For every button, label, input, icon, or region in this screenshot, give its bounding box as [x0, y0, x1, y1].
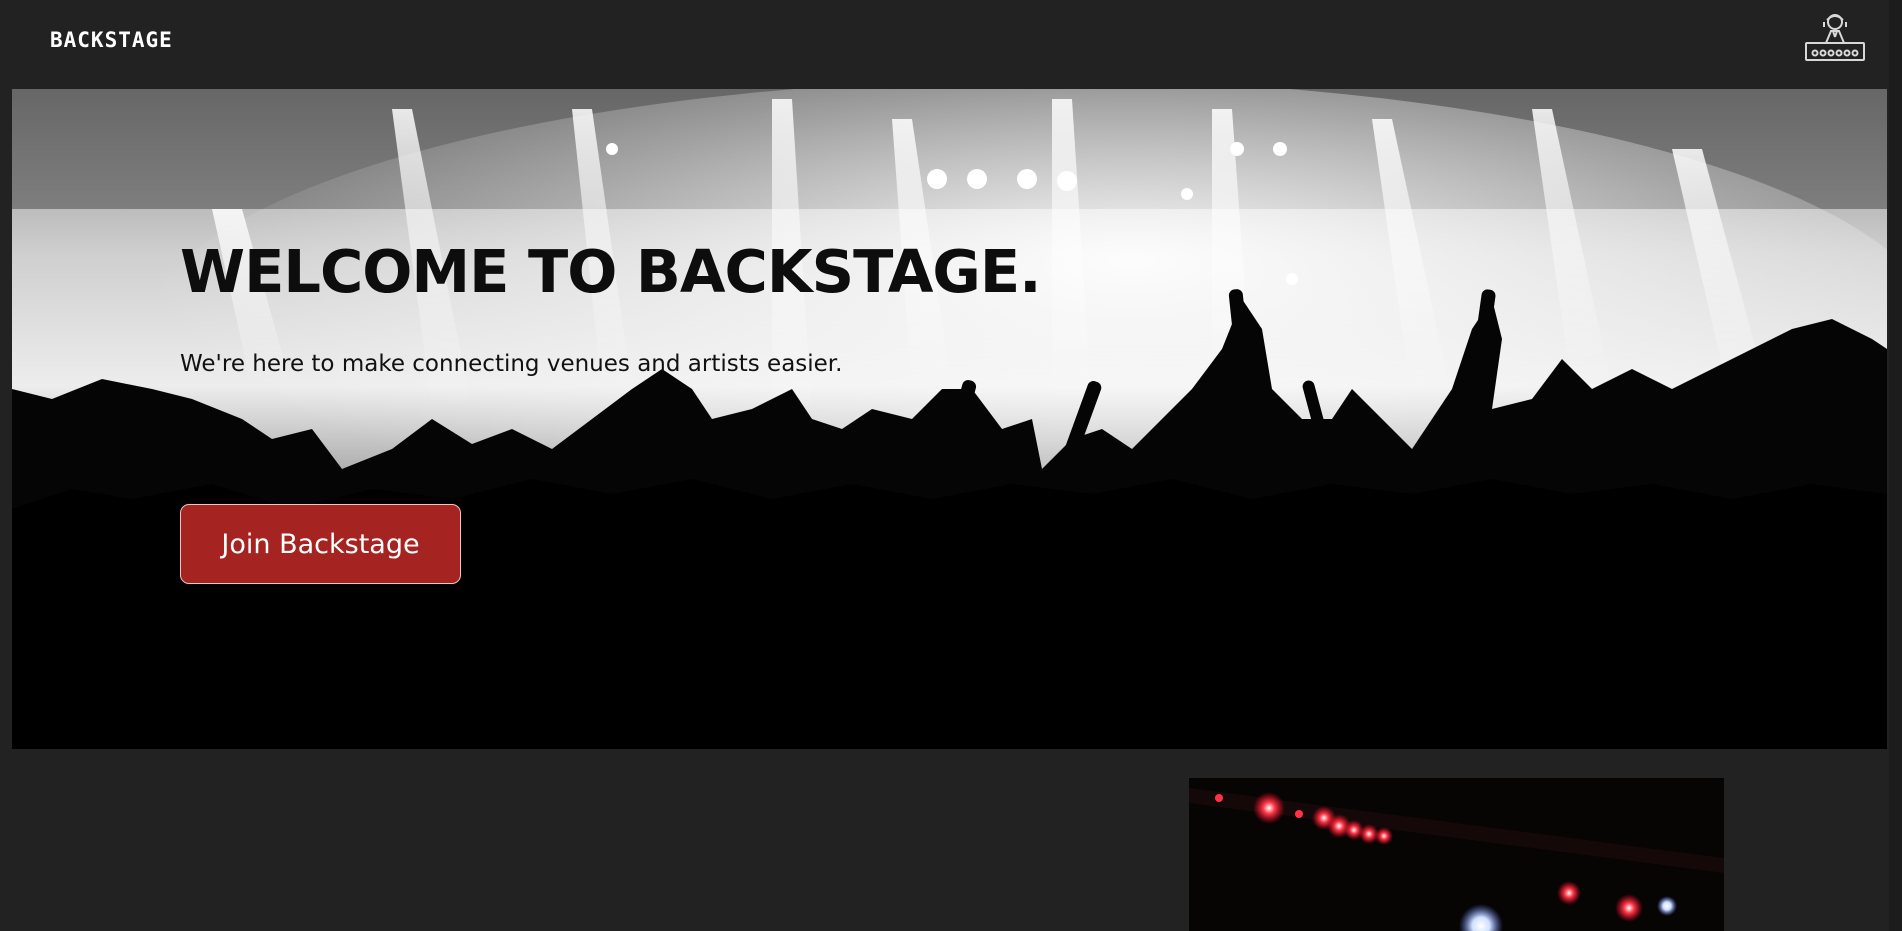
concert-stage-lights-photo	[1189, 778, 1724, 931]
concert-crowd-photo	[12, 89, 1887, 749]
page-scrollbar[interactable]	[1889, 0, 1902, 931]
join-backstage-button[interactable]: Join Backstage	[180, 504, 461, 584]
brand-logo-text[interactable]: BACKSTAGE	[50, 28, 173, 52]
hero-title: WELCOME TO BACKSTAGE.	[180, 237, 1042, 306]
dj-turntable-icon[interactable]	[1803, 10, 1867, 64]
hero-banner: WELCOME TO BACKSTAGE. We're here to make…	[12, 89, 1887, 749]
hero-subtitle: We're here to make connecting venues and…	[180, 351, 843, 377]
navbar: BACKSTAGE	[0, 0, 1902, 89]
